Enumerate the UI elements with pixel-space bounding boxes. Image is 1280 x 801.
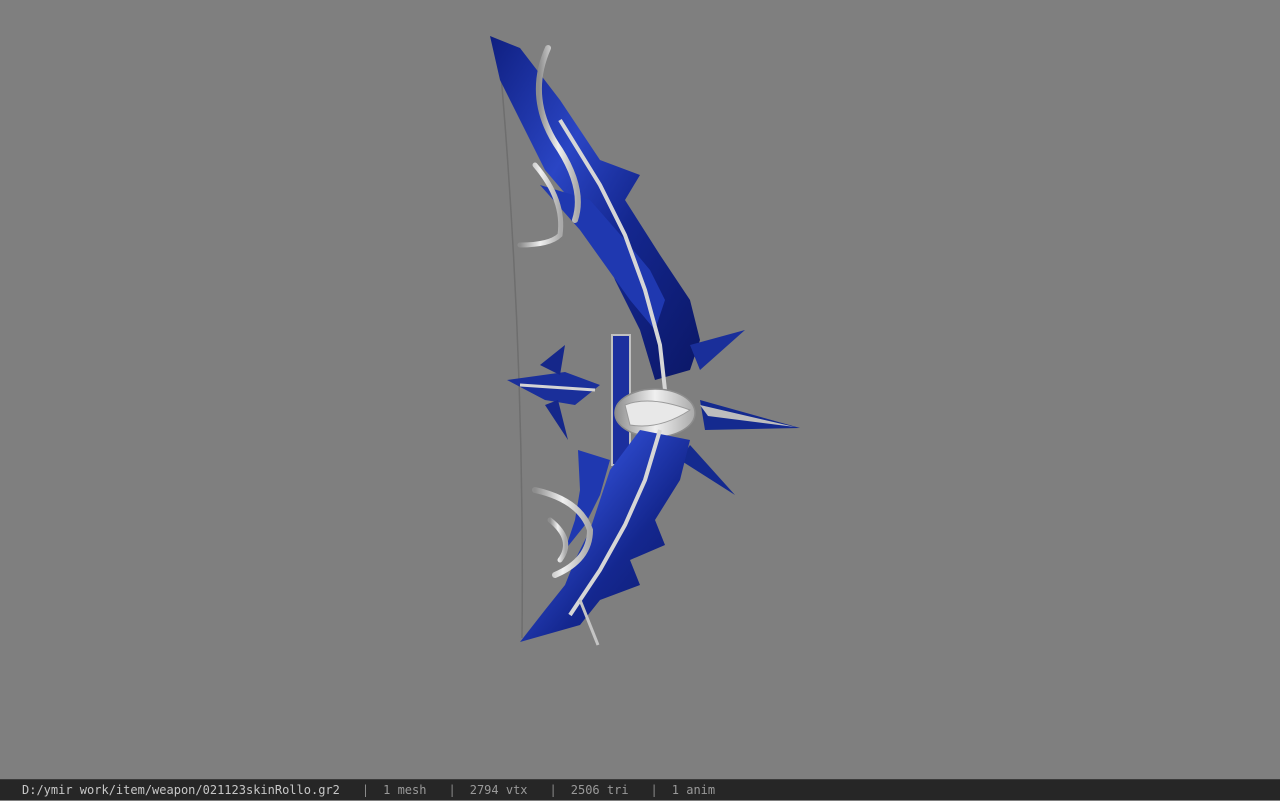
separator: |: [650, 782, 658, 797]
mesh-count: 1 mesh: [383, 782, 427, 797]
bow-model-icon: [490, 36, 800, 646]
separator: |: [361, 782, 370, 797]
animation-count: 1 anim: [671, 782, 716, 797]
separator: |: [549, 782, 557, 797]
bow-string: [497, 39, 524, 639]
arrow-fin-top: [540, 345, 565, 375]
vertex-count: 2794 vtx: [469, 782, 528, 797]
right-spike-3: [680, 445, 735, 495]
triangle-count: 2506 tri: [570, 782, 629, 797]
file-path: D:/ymir work/item/weapon/021123skinRollo…: [22, 782, 340, 797]
lower-metal-rib-2: [547, 517, 569, 563]
arrow-fin-bottom: [545, 400, 568, 440]
model-viewport[interactable]: [0, 0, 1280, 779]
separator: |: [448, 782, 456, 797]
status-bar: D:/ymir work/item/weapon/021123skinRollo…: [0, 779, 1280, 800]
